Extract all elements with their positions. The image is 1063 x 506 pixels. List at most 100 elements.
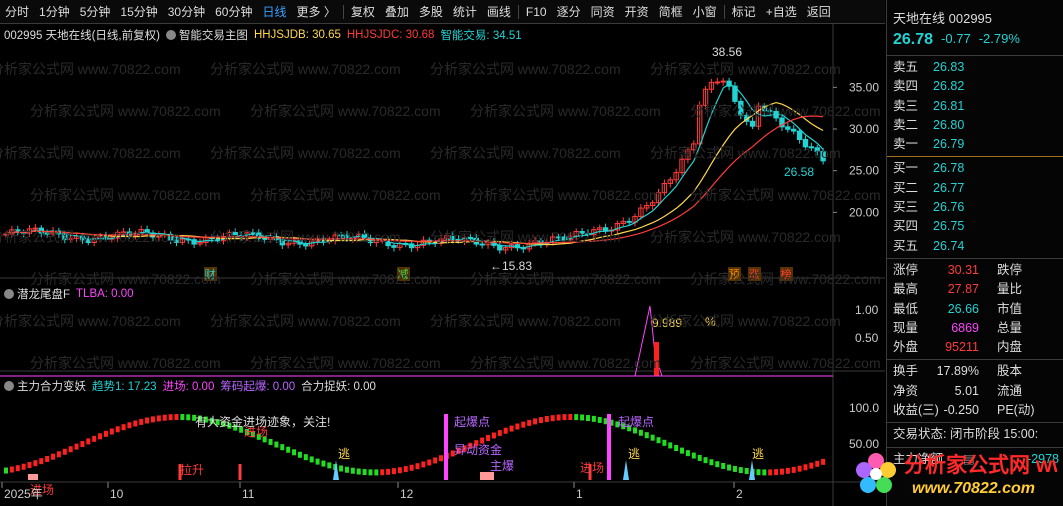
- bg-watermark: 分析家公式网 www.70822.com: [650, 313, 841, 329]
- toolbar-item-11[interactable]: 统计: [448, 0, 482, 24]
- bg-watermark: 分析家公式网 www.70822.com: [30, 103, 221, 119]
- trend-dash: [756, 469, 761, 476]
- toolbar-item-10[interactable]: 多股: [414, 0, 448, 24]
- trend-dash: [409, 464, 414, 471]
- kline-chart[interactable]: 35.0030.0025.0020.001.000.50100.050.0038…: [0, 24, 885, 506]
- trade-state: 交易状态: 闭市阶段 15:00:: [887, 425, 1063, 444]
- bg-watermark: 分析家公式网 www.70822.com: [430, 61, 621, 77]
- toolbar-item-20[interactable]: +自选: [761, 0, 802, 24]
- toolbar-item-19[interactable]: 标记: [727, 0, 761, 24]
- sellRows-row[interactable]: 卖二 26.80: [887, 116, 1063, 135]
- bg-watermark: 分析家公式网 www.70822.com: [470, 355, 661, 371]
- logo-url: www.70822.com: [912, 480, 1035, 497]
- indicator-circle-icon: [165, 30, 176, 40]
- trend-dash: [585, 415, 590, 422]
- trend-dash: [591, 415, 596, 422]
- trend-dash: [797, 465, 802, 472]
- trend-dash: [297, 451, 302, 458]
- sellRows-row[interactable]: 卖四 26.82: [887, 77, 1063, 96]
- stock-title: 002995 天地在线(日线,前复权): [4, 30, 160, 42]
- trend-dash: [27, 462, 32, 469]
- logo-text: 分析家公式网 www.70822.com: [904, 453, 1057, 477]
- trend-dash: [162, 414, 167, 421]
- trend-dash: [303, 454, 308, 461]
- trend-dash: [362, 469, 367, 476]
- trend-dash: [580, 414, 585, 421]
- toolbar-item-4[interactable]: 30分钟: [163, 0, 210, 24]
- bg-watermark: 分析家公式网 www.70822.com: [650, 145, 841, 161]
- trend-dash: [715, 461, 720, 468]
- stat-label: 现量: [893, 320, 919, 335]
- toolbar-item-13[interactable]: F10: [521, 0, 552, 24]
- toolbar-item-21[interactable]: 返回: [802, 0, 836, 24]
- toolbar-item-5[interactable]: 60分钟: [210, 0, 257, 24]
- trend-dash: [644, 432, 649, 439]
- stat-row: 最高 27.87 量比: [887, 280, 1063, 299]
- trend-dash: [274, 441, 279, 448]
- stat-row: 净资 5.01 流通: [887, 382, 1063, 401]
- volume-block: [480, 472, 494, 480]
- trade-state-label: 交易状态: 闭市阶段 15:00:: [893, 427, 1039, 442]
- toolbar-item-14[interactable]: 逐分: [552, 0, 586, 24]
- trend-dash: [133, 420, 138, 427]
- bg-watermark: 分析家公式网 www.70822.com: [250, 271, 441, 287]
- stat-label: 净资: [893, 383, 919, 398]
- stat-row: 最低 26.66 市值: [887, 300, 1063, 319]
- lift-label: 拉升: [180, 462, 204, 477]
- chart-area: 35.00 30.00 25.00 20.00 1.00 0.50 100.0 50.00 38…: [0, 24, 885, 506]
- toolbar-item-18[interactable]: 小窗: [688, 0, 722, 24]
- toolbar-item-15[interactable]: 同资: [586, 0, 620, 24]
- trend-dash: [709, 459, 714, 466]
- toolbar-item-1[interactable]: 1分钟: [34, 0, 75, 24]
- buyRows-row[interactable]: 买四 26.75: [887, 217, 1063, 236]
- bg-watermark: 分析家公式网 www.70822.com: [210, 61, 401, 77]
- stat-row: 收益(三) -0.250 PE(动): [887, 401, 1063, 420]
- stat-label: 外盘: [893, 340, 919, 355]
- sub2-entry: 进场: 0.00: [162, 381, 215, 393]
- trend-dash: [350, 467, 355, 474]
- sellRows-row[interactable]: 卖五 26.83: [887, 58, 1063, 77]
- bg-watermark: 分析家公式网 www.70822.com: [690, 355, 881, 371]
- toolbar-item-12[interactable]: 画线: [482, 0, 516, 24]
- trend-dash: [503, 427, 508, 434]
- bg-watermark: 分析家公式网 www.70822.com: [250, 355, 441, 371]
- sub1-name[interactable]: 潜龙尾盘F: [4, 286, 70, 302]
- ma-line-14: [5, 101, 824, 246]
- toolbar-item-3[interactable]: 15分钟: [115, 0, 162, 24]
- quote-stats-2: 换手 17.89% 股本 净资 5.01 流通 收益(三) -0.250 PE(动): [887, 362, 1063, 420]
- buyRows-row[interactable]: 买五 26.74: [887, 237, 1063, 256]
- buyRows-row[interactable]: 买一 26.78: [887, 159, 1063, 178]
- toolbar-item-16[interactable]: 开资: [620, 0, 654, 24]
- bg-watermark: 分析家公式网 www.70822.com: [650, 61, 841, 77]
- toolbar-item-7[interactable]: 更多 〉: [291, 0, 340, 24]
- ob-value: 26.76: [933, 200, 965, 215]
- stat-value: 5.01: [954, 383, 979, 398]
- trend-dash: [286, 446, 291, 453]
- zhubao-label: 主爆: [490, 459, 514, 473]
- trend-dash: [109, 428, 114, 435]
- toolbar-item-6[interactable]: 日线: [257, 0, 291, 24]
- main-legend: 002995 天地在线(日线,前复权) 智能交易主图 HHJSJDB: 30.6…: [4, 27, 522, 43]
- toolbar-item-17[interactable]: 简框: [654, 0, 688, 24]
- ob-label: 卖一: [893, 137, 919, 152]
- sub2-name[interactable]: 主力合力变妖: [4, 378, 86, 394]
- entry-label-3: 进场: [580, 461, 604, 475]
- sellRows-row[interactable]: 卖一 26.79: [887, 135, 1063, 154]
- trend-dash: [433, 457, 438, 464]
- toolbar-item-0[interactable]: 分时: [0, 0, 34, 24]
- trend-dash: [15, 465, 20, 472]
- stat-label-2: 内盘: [997, 340, 1023, 355]
- trend-dash: [150, 416, 155, 423]
- toolbar-item-8[interactable]: 复权: [346, 0, 380, 24]
- stat-value: 30.31: [947, 262, 979, 277]
- sellRows-row[interactable]: 卖三 26.81: [887, 97, 1063, 116]
- indicator-name[interactable]: 智能交易主图: [165, 27, 248, 43]
- bg-watermark: 分析家公式网 www.70822.com: [210, 145, 401, 161]
- toolbar-item-2[interactable]: 5分钟: [75, 0, 116, 24]
- buyRows-row[interactable]: 买三 26.76: [887, 198, 1063, 217]
- trend-dash: [638, 429, 643, 436]
- trend-dash: [779, 468, 784, 475]
- price-axis-label: 30.00: [849, 122, 879, 136]
- buyRows-row[interactable]: 买二 26.77: [887, 179, 1063, 198]
- toolbar-item-9[interactable]: 叠加: [380, 0, 414, 24]
